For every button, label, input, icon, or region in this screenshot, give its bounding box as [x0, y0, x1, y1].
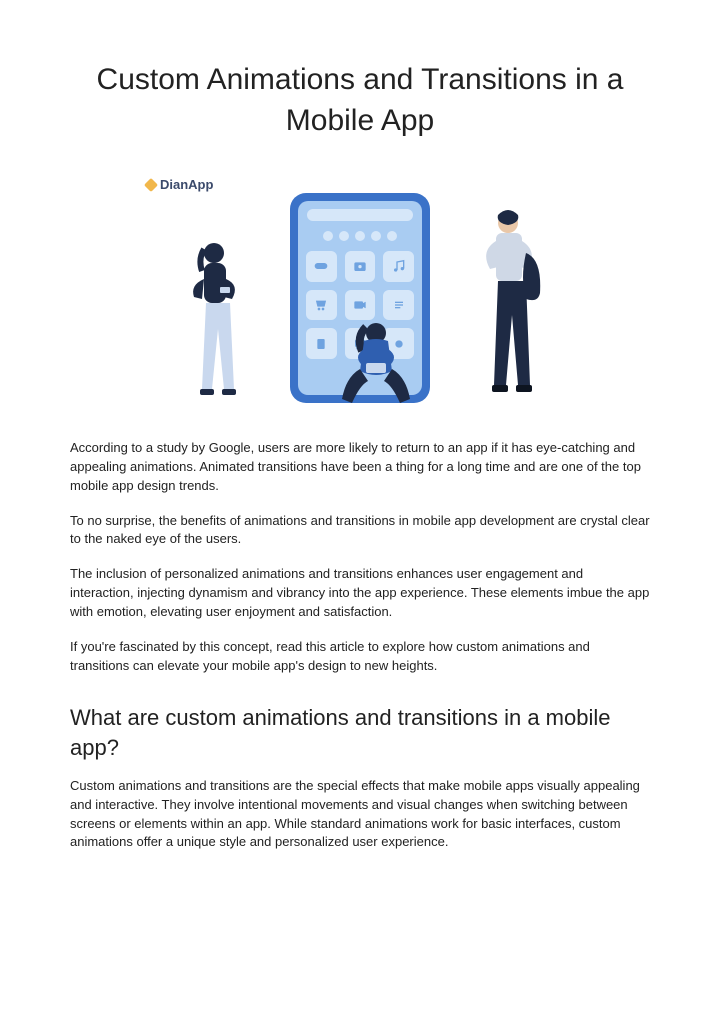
hero-illustration: DianApp: [70, 171, 650, 411]
music-icon: [383, 251, 414, 282]
paragraph-1: According to a study by Google, users ar…: [70, 439, 650, 496]
intro-text: According to a study by Google, users ar…: [70, 439, 650, 675]
gamepad-icon: [306, 251, 337, 282]
section-heading: What are custom animations and transitio…: [70, 703, 650, 762]
paragraph-3: The inclusion of personalized animations…: [70, 565, 650, 622]
camera-icon: [345, 251, 376, 282]
video-icon: [345, 290, 376, 321]
calculator-icon: [383, 290, 414, 321]
section-body: Custom animations and transitions are th…: [70, 777, 650, 852]
brand-logo: DianApp: [146, 177, 213, 192]
brand-text: DianApp: [160, 177, 213, 192]
cart-icon: [306, 290, 337, 321]
brand-icon: [144, 177, 158, 191]
document-icon: [306, 328, 337, 359]
person-left-icon: [182, 239, 252, 407]
person-right-icon: [472, 207, 552, 407]
paragraph-4: If you're fascinated by this concept, re…: [70, 638, 650, 676]
person-sitting-icon: [336, 319, 416, 409]
paragraph-2: To no surprise, the benefits of animatio…: [70, 512, 650, 550]
page-title: Custom Animations and Transitions in a M…: [70, 60, 650, 141]
